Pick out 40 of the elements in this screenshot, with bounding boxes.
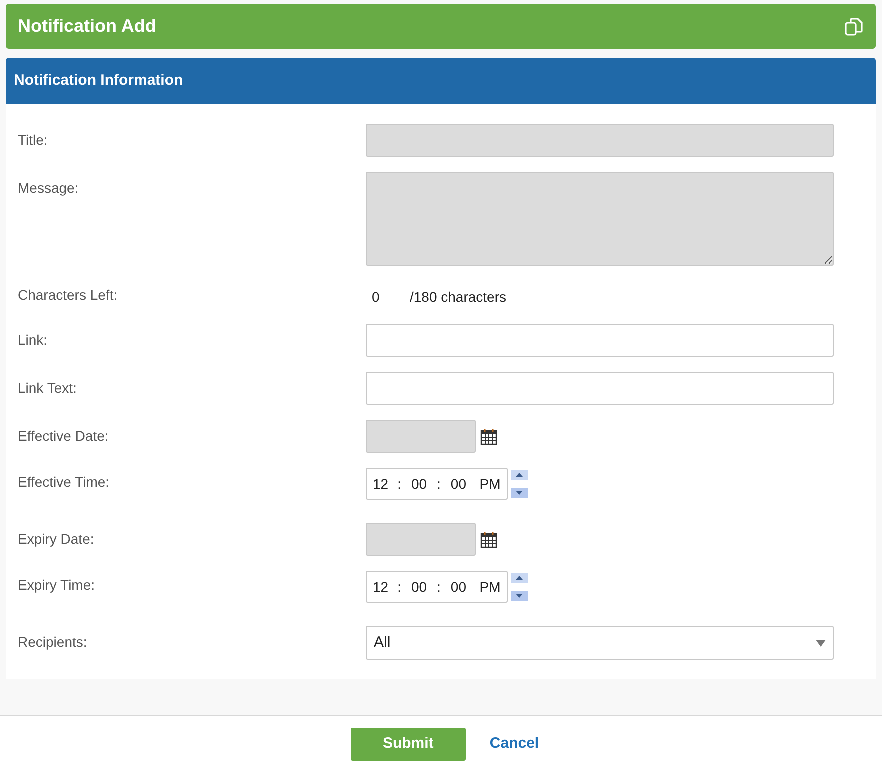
dropdown-arrow-icon [816, 640, 826, 646]
calendar-icon[interactable] [480, 530, 498, 548]
time-value: 00 [450, 474, 468, 494]
time-separator: : [436, 474, 442, 494]
page-title: Notification Add [18, 15, 156, 38]
field-label: Expiry Time: [17, 576, 96, 595]
time-value: 12 [372, 578, 390, 596]
field-label: Title: [17, 131, 49, 150]
time-separator: : [396, 578, 402, 596]
field-label: Link Text: [17, 379, 78, 398]
section-title: Notification Information [14, 70, 184, 91]
calendar-icon[interactable] [480, 428, 498, 446]
time-value: 00 [450, 578, 468, 596]
cancel-link[interactable]: Cancel [490, 733, 540, 756]
time-separator: : [436, 578, 442, 596]
increment-icon[interactable] [511, 573, 528, 583]
increment-icon[interactable] [511, 470, 528, 480]
field-label: Expiry Date: [17, 530, 96, 549]
copy-icon[interactable] [844, 16, 864, 36]
time-field[interactable]: 12 : 00 : 00 PM [366, 468, 508, 500]
field-label: Characters Left: [17, 286, 119, 305]
time-value: 00 [410, 474, 428, 494]
character-limit: /180 characters [410, 288, 506, 307]
time-value: PM [478, 474, 502, 494]
recipients-dropdown[interactable]: All [366, 626, 834, 660]
field-label: Link: [17, 331, 49, 350]
time-field[interactable]: 12 : 00 : 00 PM [366, 571, 508, 603]
decrement-icon[interactable] [511, 591, 528, 601]
time-value: PM [478, 578, 502, 596]
time-separator: : [396, 474, 402, 494]
time-value: 12 [372, 474, 390, 494]
field-label: Recipients: [17, 633, 88, 652]
field-label: Effective Time: [17, 473, 111, 492]
time-value: 00 [410, 578, 428, 596]
character-count: 0 [371, 288, 381, 307]
text-field[interactable] [366, 324, 834, 357]
text-field[interactable] [366, 372, 834, 405]
field-label: Message: [17, 179, 80, 198]
decrement-icon[interactable] [511, 488, 528, 498]
field-label: Effective Date: [17, 427, 110, 446]
